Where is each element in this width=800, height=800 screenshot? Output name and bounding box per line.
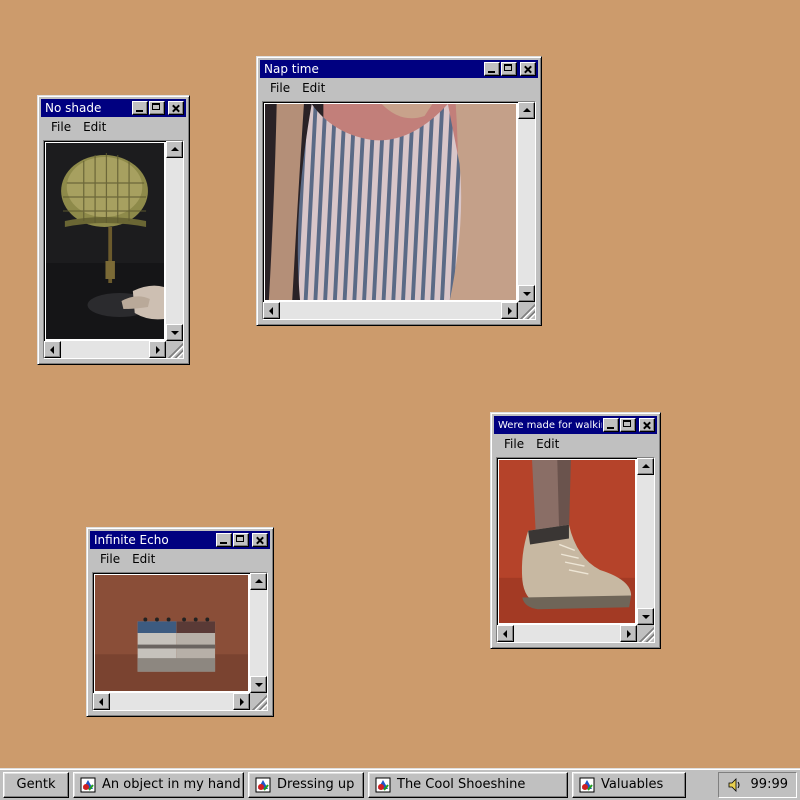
- vertical-scrollbar[interactable]: [166, 141, 183, 341]
- app-icon: [80, 777, 96, 792]
- menu-file[interactable]: File: [45, 120, 77, 134]
- menu-file[interactable]: File: [264, 81, 296, 95]
- window-title: Were made for walking: [498, 419, 602, 431]
- close-icon[interactable]: [252, 533, 268, 547]
- menu-file[interactable]: File: [94, 552, 126, 566]
- resize-grip-icon[interactable]: [250, 693, 267, 710]
- menu-bar: File Edit: [494, 434, 657, 454]
- maximize-icon[interactable]: [620, 418, 636, 432]
- horizontal-scrollbar[interactable]: [497, 625, 637, 642]
- window-title: Infinite Echo: [94, 533, 169, 547]
- striped-top-photo: [265, 104, 516, 300]
- vertical-scrollbar[interactable]: [250, 573, 267, 693]
- scroll-right-icon[interactable]: [149, 341, 166, 358]
- menu-file[interactable]: File: [498, 437, 530, 451]
- horizontal-scrollbar[interactable]: [263, 302, 518, 319]
- task-valuables[interactable]: Valuables: [572, 771, 686, 798]
- image-viewport: [262, 101, 536, 320]
- start-button[interactable]: Gentk: [3, 771, 69, 798]
- task-an-object-in-my-hand[interactable]: An object in my hand: [73, 771, 244, 798]
- title-bar[interactable]: No shade: [41, 99, 186, 117]
- window-were-made-for-walking[interactable]: Were made for walking File Edit: [490, 412, 661, 649]
- scroll-left-icon[interactable]: [93, 693, 110, 710]
- image-viewport: [496, 457, 655, 643]
- close-icon[interactable]: [520, 62, 536, 76]
- clock[interactable]: 99:99: [751, 777, 788, 792]
- horizontal-scrollbar[interactable]: [44, 341, 166, 358]
- resize-grip-icon[interactable]: [518, 302, 535, 319]
- scroll-up-icon[interactable]: [166, 141, 183, 158]
- menu-edit[interactable]: Edit: [77, 120, 112, 134]
- menu-bar: File Edit: [90, 549, 270, 569]
- scroll-right-icon[interactable]: [501, 302, 518, 319]
- menu-bar: File Edit: [41, 117, 186, 137]
- speaker-icon[interactable]: [727, 777, 743, 793]
- scroll-right-icon[interactable]: [620, 625, 637, 642]
- scroll-down-icon[interactable]: [637, 608, 654, 625]
- task-the-cool-shoeshine[interactable]: The Cool Shoeshine: [368, 771, 568, 798]
- vertical-scrollbar[interactable]: [518, 102, 535, 302]
- menu-bar: File Edit: [260, 78, 538, 98]
- maximize-icon[interactable]: [501, 62, 517, 76]
- window-title: No shade: [45, 101, 102, 115]
- resize-grip-icon[interactable]: [637, 625, 654, 642]
- close-icon[interactable]: [639, 418, 655, 432]
- app-icon: [255, 777, 271, 792]
- maximize-icon[interactable]: [233, 533, 249, 547]
- window-infinite-echo[interactable]: Infinite Echo File Edit: [86, 527, 274, 717]
- task-dressing-up[interactable]: Dressing up: [248, 771, 364, 798]
- title-bar[interactable]: Infinite Echo: [90, 531, 270, 549]
- scroll-right-icon[interactable]: [233, 693, 250, 710]
- scroll-down-icon[interactable]: [166, 324, 183, 341]
- menu-edit[interactable]: Edit: [530, 437, 565, 451]
- lamp-photo: [46, 143, 164, 339]
- window-title: Nap time: [264, 62, 319, 76]
- window-no-shade[interactable]: No shade File Edit: [37, 95, 190, 365]
- scroll-up-icon[interactable]: [518, 102, 535, 119]
- vertical-scrollbar[interactable]: [637, 458, 654, 625]
- scroll-left-icon[interactable]: [44, 341, 61, 358]
- task-label: Dressing up: [277, 777, 355, 792]
- scroll-down-icon[interactable]: [518, 285, 535, 302]
- pedals-photo: [95, 575, 248, 691]
- minimize-icon[interactable]: [603, 418, 619, 432]
- horizontal-scrollbar[interactable]: [93, 693, 250, 710]
- system-tray: 99:99: [717, 771, 797, 798]
- menu-edit[interactable]: Edit: [296, 81, 331, 95]
- title-bar[interactable]: Nap time: [260, 60, 538, 78]
- image-viewport: [92, 572, 268, 711]
- close-icon[interactable]: [168, 101, 184, 115]
- scroll-up-icon[interactable]: [250, 573, 267, 590]
- app-icon: [375, 777, 391, 792]
- maximize-icon[interactable]: [149, 101, 165, 115]
- task-label: An object in my hand: [102, 777, 241, 792]
- scroll-down-icon[interactable]: [250, 676, 267, 693]
- task-label: The Cool Shoeshine: [397, 777, 526, 792]
- scroll-up-icon[interactable]: [637, 458, 654, 475]
- boot-photo: [499, 460, 635, 623]
- menu-edit[interactable]: Edit: [126, 552, 161, 566]
- window-nap-time[interactable]: Nap time File Edit: [256, 56, 542, 326]
- app-icon: [579, 777, 595, 792]
- image-viewport: [43, 140, 184, 359]
- task-label: Valuables: [601, 777, 664, 792]
- scroll-left-icon[interactable]: [263, 302, 280, 319]
- minimize-icon[interactable]: [216, 533, 232, 547]
- resize-grip-icon[interactable]: [166, 341, 183, 358]
- scroll-left-icon[interactable]: [497, 625, 514, 642]
- minimize-icon[interactable]: [132, 101, 148, 115]
- taskbar: Gentk An object in my hand Dressing up T…: [0, 768, 800, 800]
- minimize-icon[interactable]: [484, 62, 500, 76]
- title-bar[interactable]: Were made for walking: [494, 416, 657, 434]
